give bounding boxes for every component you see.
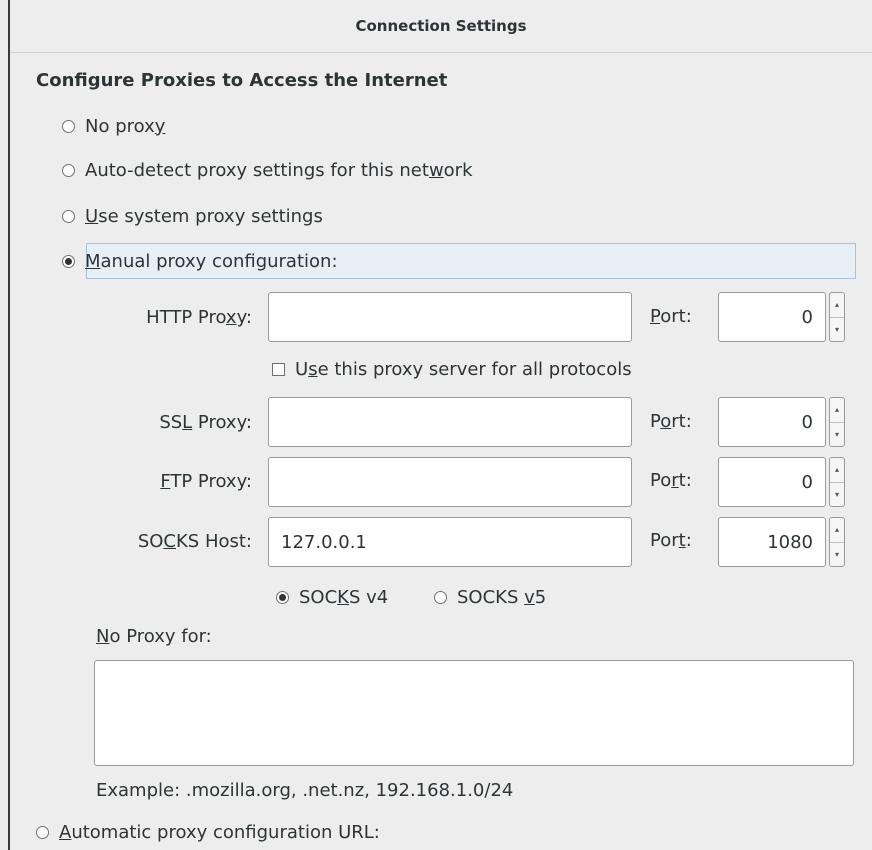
radio-socks-v5-indicator[interactable] <box>434 590 447 604</box>
socks-port-input[interactable]: 1080 <box>718 517 826 567</box>
window-left-border <box>8 0 10 850</box>
ssl-port-spinner[interactable]: ▴ ▾ <box>829 397 845 447</box>
spinner-down-icon[interactable]: ▾ <box>830 481 844 507</box>
radio-system-proxy-indicator[interactable] <box>62 209 75 223</box>
spinner-down-icon[interactable]: ▾ <box>830 421 844 447</box>
radio-manual-proxy-label: Manual proxy configuration: <box>85 250 338 272</box>
radio-system-proxy[interactable]: Use system proxy settings <box>62 202 323 230</box>
spinner-down-icon[interactable]: ▾ <box>830 316 844 342</box>
window-titlebar[interactable]: Connection Settings <box>10 0 872 53</box>
radio-manual-proxy[interactable]: Manual proxy configuration: <box>62 247 338 275</box>
radio-no-proxy[interactable]: No proxy <box>62 112 165 140</box>
spinner-up-icon[interactable]: ▴ <box>830 518 844 542</box>
socks-port-label: Port: <box>650 530 692 551</box>
radio-socks-v4-indicator[interactable] <box>276 590 289 604</box>
radio-socks-v5[interactable]: SOCKS v5 <box>434 583 546 611</box>
radio-auto-config-url[interactable]: Automatic proxy configuration URL: <box>36 818 380 846</box>
radio-auto-config-url-indicator[interactable] <box>36 825 49 839</box>
radio-socks-v4-label: SOCKS v4 <box>299 586 389 608</box>
window-title: Connection Settings <box>355 17 527 35</box>
spinner-up-icon[interactable]: ▴ <box>830 293 844 317</box>
ftp-proxy-input[interactable] <box>268 457 632 507</box>
checkbox-all-protocols-label: Use this proxy server for all protocols <box>295 358 632 380</box>
radio-auto-config-url-label: Automatic proxy configuration URL: <box>59 821 380 843</box>
radio-system-proxy-label: Use system proxy settings <box>85 205 323 227</box>
no-proxy-example: Example: .mozilla.org, .net.nz, 192.168.… <box>96 780 514 801</box>
ssl-port-label: Port: <box>650 411 692 432</box>
spinner-up-icon[interactable]: ▴ <box>830 458 844 482</box>
http-port-spinner[interactable]: ▴ ▾ <box>829 292 845 342</box>
socks-host-label: SOCKS Host: <box>137 531 252 552</box>
checkbox-all-protocols[interactable]: Use this proxy server for all protocols <box>272 355 632 383</box>
ftp-port-spinner[interactable]: ▴ ▾ <box>829 457 845 507</box>
radio-socks-v4[interactable]: SOCKS v4 <box>276 583 388 611</box>
ftp-proxy-label: FTP Proxy: <box>160 471 252 492</box>
ssl-proxy-label: SSL Proxy: <box>159 412 252 433</box>
radio-manual-proxy-indicator[interactable] <box>62 254 75 268</box>
ftp-port-input[interactable]: 0 <box>718 457 826 507</box>
connection-settings-window: Connection Settings Configure Proxies to… <box>0 0 872 850</box>
ssl-port-input[interactable]: 0 <box>718 397 826 447</box>
http-proxy-label: HTTP Proxy: <box>146 307 252 328</box>
ssl-proxy-input[interactable] <box>268 397 632 447</box>
socks-host-input[interactable]: 127.0.0.1 <box>268 517 632 567</box>
socks-port-spinner[interactable]: ▴ ▾ <box>829 517 845 567</box>
section-title: Configure Proxies to Access the Internet <box>36 70 448 91</box>
spinner-down-icon[interactable]: ▾ <box>830 541 844 567</box>
http-proxy-input[interactable] <box>268 292 632 342</box>
radio-auto-detect-label: Auto-detect proxy settings for this netw… <box>85 159 473 181</box>
checkbox-all-protocols-box[interactable] <box>272 362 285 376</box>
http-port-input[interactable]: 0 <box>718 292 826 342</box>
ftp-port-label: Port: <box>650 470 692 491</box>
no-proxy-for-textarea[interactable] <box>94 660 854 766</box>
radio-no-proxy-indicator[interactable] <box>62 119 75 133</box>
radio-auto-detect[interactable]: Auto-detect proxy settings for this netw… <box>62 156 473 184</box>
no-proxy-for-label: No Proxy for: <box>96 626 212 647</box>
radio-auto-detect-indicator[interactable] <box>62 163 75 177</box>
radio-socks-v5-label: SOCKS v5 <box>457 586 547 608</box>
radio-no-proxy-label: No proxy <box>85 115 166 137</box>
http-port-label: Port: <box>650 306 692 327</box>
spinner-up-icon[interactable]: ▴ <box>830 398 844 422</box>
